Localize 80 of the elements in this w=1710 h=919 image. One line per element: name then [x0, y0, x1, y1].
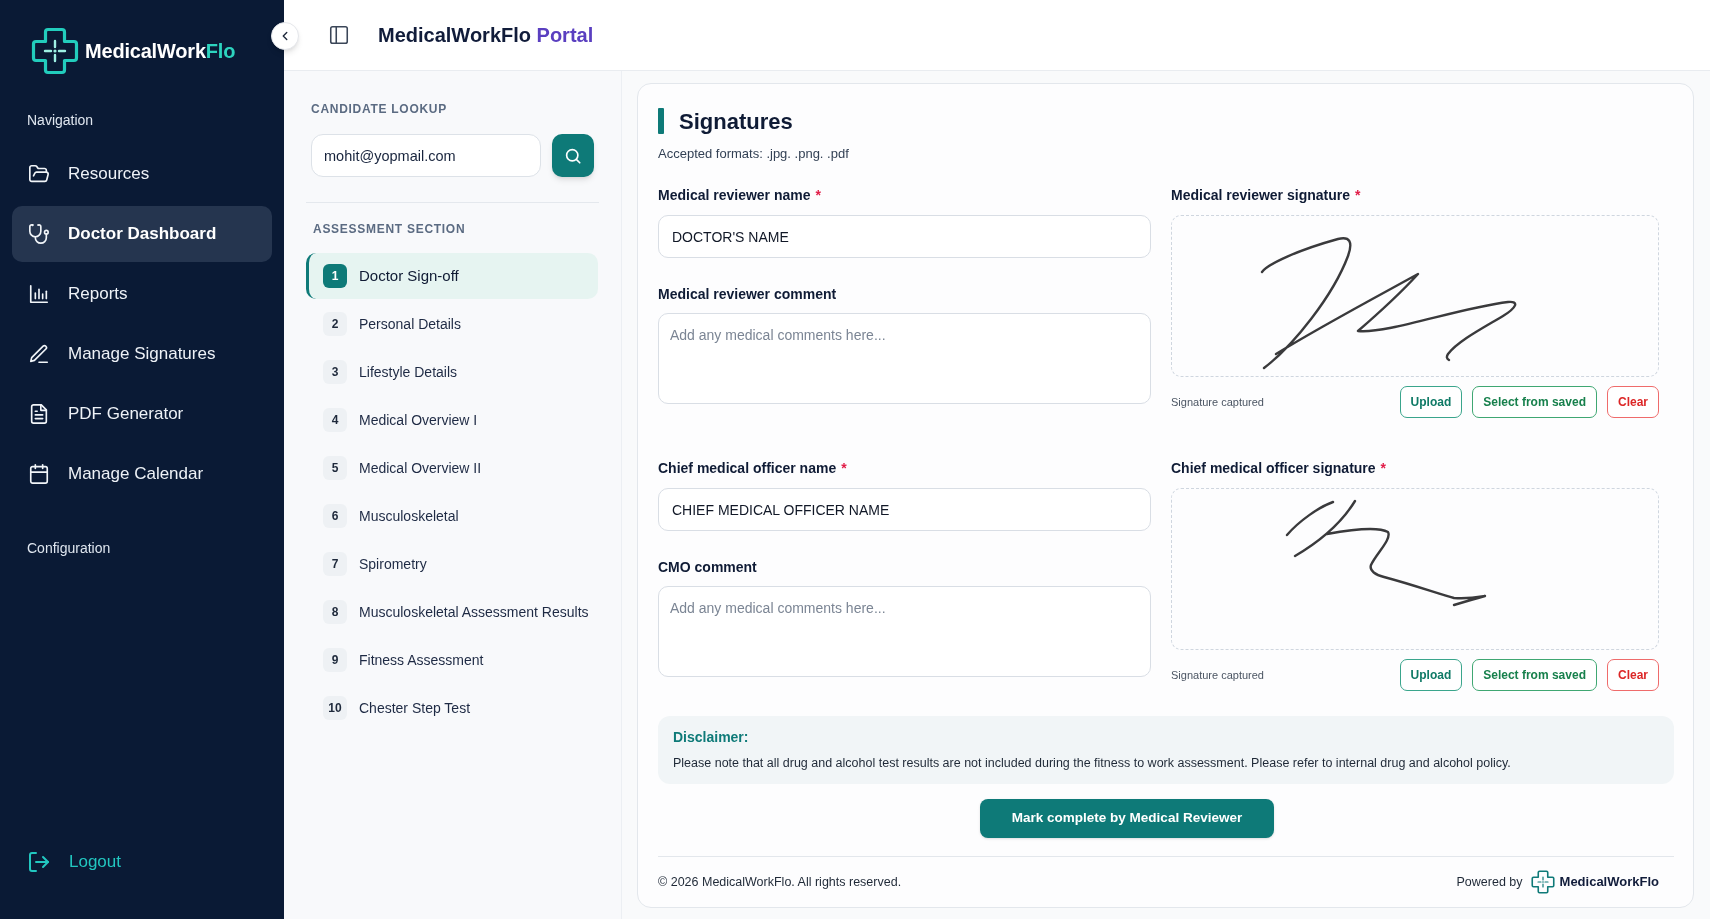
section-item[interactable]: 3 Lifestyle Details	[306, 349, 598, 395]
pen-icon	[28, 343, 50, 365]
disclaimer-title: Disclaimer:	[673, 728, 750, 746]
field-label: Chief medical officer signature	[1171, 458, 1376, 478]
powered-by-text: Powered by	[1456, 873, 1523, 891]
name-field[interactable]: DOCTOR'S NAME	[658, 215, 1151, 258]
step-number: 2	[323, 312, 347, 336]
step-number: 3	[323, 360, 347, 384]
signature-action-button[interactable]: Clear	[1606, 386, 1659, 418]
footer-brand: MedicalWorkFlo	[1559, 873, 1659, 892]
panel-heading: ASSESSMENT SECTION	[313, 221, 467, 237]
required-mark: *	[1380, 458, 1387, 478]
section-item[interactable]: 8 Musculoskeletal Assessment Results	[306, 589, 598, 635]
required-mark: *	[815, 185, 821, 205]
accent-bar	[658, 108, 664, 134]
disclaimer-text: Please note that all drug and alcohol test results are not included during the fitness to work assessment. Please refer to internal drug and alcohol policy.	[673, 755, 1512, 771]
nav-section-heading: Navigation	[26, 111, 95, 130]
logo-text: MedicalWorkFlo	[85, 39, 236, 64]
sidebar-toggle-button[interactable]	[328, 24, 350, 46]
nav-item[interactable]: Manage Signatures	[12, 326, 272, 382]
section-item[interactable]: 2 Personal Details	[306, 301, 598, 347]
field-label: Chief medical officer name	[658, 458, 837, 478]
nav-item[interactable]: PDF Generator	[12, 386, 272, 442]
panel-heading: CANDIDATE LOOKUP	[311, 101, 448, 117]
signature-action-button[interactable]: Upload	[1399, 659, 1463, 691]
step-number: 6	[323, 504, 347, 528]
comment-field[interactable]: Add any medical comments here...	[658, 586, 1151, 677]
logout-icon	[27, 850, 51, 874]
section-item[interactable]: 9 Fitness Assessment	[306, 637, 598, 683]
collapse-button[interactable]	[271, 22, 299, 50]
nav-item[interactable]: Doctor Dashboard	[12, 206, 272, 262]
signature-action-button[interactable]: Upload	[1399, 386, 1463, 418]
section-item[interactable]: 5 Medical Overview II	[306, 445, 598, 491]
stethoscope-icon	[28, 223, 50, 245]
signature-action-button[interactable]: Clear	[1606, 659, 1659, 691]
search-icon	[564, 146, 582, 165]
format-hint: Accepted formats: .jpg. .png. .pdf	[658, 146, 850, 162]
required-mark: *	[1354, 185, 1361, 205]
nav-item[interactable]: Manage Calendar	[12, 446, 272, 502]
section-title: Signatures	[679, 107, 793, 136]
section-item[interactable]: 10 Chester Step Test	[306, 685, 598, 731]
nav-section-heading: Configuration	[26, 539, 112, 558]
step-number: 10	[323, 696, 347, 720]
copyright-text: © 2026 MedicalWorkFlo. All rights reserved.	[658, 873, 902, 891]
signature-pad[interactable]	[1171, 215, 1659, 377]
nav-item[interactable]: Resources	[12, 146, 272, 202]
signature-action-button[interactable]: Select from saved	[1472, 386, 1597, 418]
signature-action-button[interactable]: Select from saved	[1472, 659, 1597, 691]
signature-status: Signature captured	[1171, 667, 1264, 683]
folder-icon	[28, 163, 50, 185]
cross-logo-icon	[31, 27, 79, 75]
step-number: 7	[323, 552, 347, 576]
logout-button[interactable]: Logout	[27, 849, 121, 875]
field-label: Medical reviewer name	[658, 185, 811, 205]
document-icon	[28, 403, 50, 425]
nav-item[interactable]: Reports	[12, 266, 272, 322]
field-label: Medical reviewer signature	[1171, 185, 1350, 205]
candidate-search-field[interactable]: mohit@yopmail.com	[311, 134, 541, 177]
section-item[interactable]: 6 Musculoskeletal	[306, 493, 598, 539]
field-label: Medical reviewer comment	[658, 284, 837, 304]
section-item[interactable]: 7 Spirometry	[306, 541, 598, 587]
section-item[interactable]: 4 Medical Overview I	[306, 397, 598, 443]
field-label: CMO comment	[658, 557, 757, 577]
page-title: MedicalWorkFlo Portal	[378, 23, 594, 48]
required-mark: *	[841, 458, 847, 478]
step-number: 4	[323, 408, 347, 432]
search-button[interactable]	[552, 134, 594, 177]
cross-logo-icon	[1530, 870, 1555, 894]
comment-field[interactable]: Add any medical comments here...	[658, 313, 1151, 404]
step-number: 8	[323, 600, 347, 624]
calendar-icon	[28, 463, 50, 485]
step-number: 1	[323, 264, 347, 288]
step-number: 5	[323, 456, 347, 480]
panel-icon	[328, 24, 350, 46]
name-field[interactable]: CHIEF MEDICAL OFFICER NAME	[658, 488, 1151, 531]
section-item[interactable]: 1 Doctor Sign-off	[306, 253, 598, 299]
signature-status: Signature captured	[1171, 394, 1264, 410]
bar-chart-icon	[28, 283, 50, 305]
step-number: 9	[323, 648, 347, 672]
mark-complete-button[interactable]: Mark complete by Medical Reviewer	[980, 799, 1274, 838]
